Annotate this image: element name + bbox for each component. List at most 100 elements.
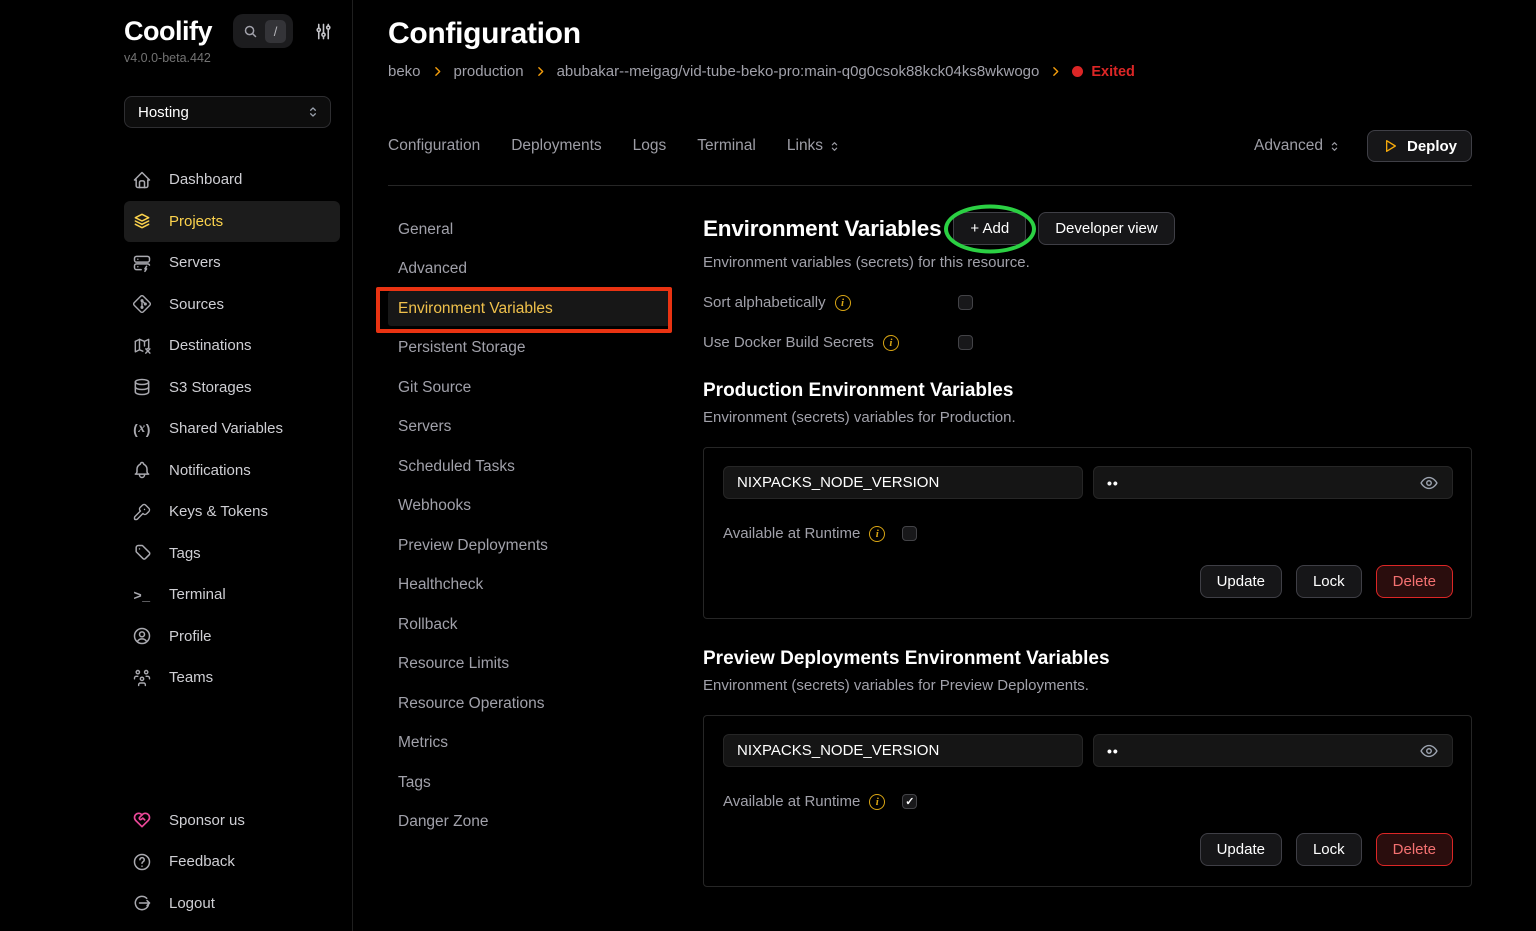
breadcrumb: beko production abubakar--meigag/vid-tub… — [388, 63, 1472, 80]
submenu-item-advanced[interactable]: Advanced — [388, 252, 672, 287]
delete-button[interactable]: Delete — [1376, 565, 1453, 598]
search-button[interactable]: / — [233, 14, 293, 48]
users-icon — [131, 668, 153, 688]
sidebar-item-servers[interactable]: Servers — [124, 242, 340, 284]
sidebar-item-destinations[interactable]: Destinations — [124, 325, 340, 367]
sidebar-item-projects[interactable]: Projects — [124, 201, 340, 243]
production-section-description: Environment (secrets) variables for Prod… — [703, 409, 1472, 426]
tab-configuration[interactable]: Configuration — [388, 137, 480, 155]
server-icon — [131, 253, 153, 273]
update-button[interactable]: Update — [1200, 565, 1282, 598]
chevron-right-icon — [1049, 65, 1062, 78]
sidebar-item-terminal[interactable]: >_ Terminal — [124, 574, 340, 616]
developer-view-button[interactable]: Developer view — [1038, 212, 1175, 245]
heart-icon — [131, 810, 153, 830]
eye-icon[interactable] — [1419, 741, 1439, 761]
sidebar: Coolify / v4.0.0-beta.442 Hosting — [0, 0, 353, 931]
sort-alphabetically-row: Sort alphabetically — [703, 294, 1472, 311]
sidebar-item-logout[interactable]: Logout — [124, 883, 340, 925]
sidebar-item-dashboard[interactable]: Dashboard — [124, 159, 340, 201]
eye-icon[interactable] — [1419, 473, 1439, 493]
variable-icon: (x) — [131, 421, 153, 437]
variable-name-input[interactable] — [723, 466, 1083, 499]
submenu-item-scheduled-tasks[interactable]: Scheduled Tasks — [388, 449, 672, 484]
available-at-runtime-checkbox[interactable] — [902, 526, 917, 541]
info-icon — [883, 335, 899, 351]
submenu-item-webhooks[interactable]: Webhooks — [388, 489, 672, 524]
sidebar-item-keys-tokens[interactable]: Keys & Tokens — [124, 491, 340, 533]
tab-deployments[interactable]: Deployments — [511, 137, 601, 155]
preview-section-title: Preview Deployments Environment Variable… — [703, 648, 1472, 670]
submenu-item-persistent-storage[interactable]: Persistent Storage — [388, 331, 672, 366]
submenu-item-environment-variables[interactable]: Environment Variables — [388, 291, 672, 326]
tab-terminal[interactable]: Terminal — [697, 137, 756, 155]
environment-variables-panel: Environment Variables + Add Developer vi… — [703, 212, 1472, 887]
docker-build-secrets-row: Use Docker Build Secrets — [703, 334, 1472, 351]
sidebar-item-sources[interactable]: Sources — [124, 284, 340, 326]
settings-submenu: General Advanced Environment Variables P… — [388, 212, 672, 887]
tab-logs[interactable]: Logs — [633, 137, 667, 155]
app-version: v4.0.0-beta.442 — [124, 51, 340, 65]
submenu-item-danger-zone[interactable]: Danger Zone — [388, 805, 672, 840]
chevron-right-icon — [534, 65, 547, 78]
panel-title: Environment Variables — [703, 216, 941, 242]
sidebar-item-teams[interactable]: Teams — [124, 657, 340, 699]
deploy-button[interactable]: Deploy — [1367, 130, 1472, 162]
sidebar-item-profile[interactable]: Profile — [124, 616, 340, 658]
key-icon — [131, 502, 153, 522]
user-circle-icon — [131, 626, 153, 646]
search-icon — [243, 24, 258, 39]
sidebar-footer: Sponsor us Feedback Logout — [124, 800, 340, 925]
variable-name-input[interactable] — [723, 734, 1083, 767]
breadcrumb-resource[interactable]: abubakar--meigag/vid-tube-beko-pro:main-… — [557, 63, 1040, 80]
tab-bar: Configuration Deployments Logs Terminal … — [388, 130, 1472, 186]
team-select[interactable]: Hosting — [124, 96, 331, 128]
available-at-runtime-checkbox[interactable] — [902, 794, 917, 809]
available-at-runtime-row: Available at Runtime — [723, 525, 1453, 542]
app-root: Coolify / v4.0.0-beta.442 Hosting — [0, 0, 1536, 931]
submenu-item-servers[interactable]: Servers — [388, 410, 672, 445]
submenu-item-general[interactable]: General — [388, 212, 672, 247]
preview-section-description: Environment (secrets) variables for Prev… — [703, 677, 1472, 694]
submenu-item-rollback[interactable]: Rollback — [388, 607, 672, 642]
sidebar-item-tags[interactable]: Tags — [124, 533, 340, 575]
lock-button[interactable]: Lock — [1296, 565, 1362, 598]
advanced-dropdown[interactable]: Advanced — [1254, 137, 1341, 155]
add-variable-button[interactable]: + Add — [953, 212, 1026, 245]
update-button[interactable]: Update — [1200, 833, 1282, 866]
sidebar-item-feedback[interactable]: Feedback — [124, 841, 340, 883]
submenu-item-healthcheck[interactable]: Healthcheck — [388, 568, 672, 603]
submenu-item-resource-operations[interactable]: Resource Operations — [388, 686, 672, 721]
breadcrumb-project[interactable]: beko — [388, 63, 421, 80]
docker-build-secrets-checkbox[interactable] — [958, 335, 973, 350]
sort-alphabetically-checkbox[interactable] — [958, 295, 973, 310]
info-icon — [835, 295, 851, 311]
page-title: Configuration — [388, 17, 1472, 51]
submenu-item-resource-limits[interactable]: Resource Limits — [388, 647, 672, 682]
breadcrumb-environment[interactable]: production — [454, 63, 524, 80]
delete-button[interactable]: Delete — [1376, 833, 1453, 866]
help-circle-icon — [131, 852, 153, 872]
variable-value-input[interactable]: •• — [1093, 466, 1453, 499]
main-content: Configuration beko production abubakar--… — [353, 0, 1536, 931]
sidebar-menu: Dashboard Projects Servers Sources Desti… — [124, 159, 340, 699]
submenu-item-git-source[interactable]: Git Source — [388, 370, 672, 405]
settings-sliders-icon[interactable] — [314, 22, 333, 41]
info-icon — [869, 794, 885, 810]
info-icon — [869, 526, 885, 542]
sidebar-item-sponsor-us[interactable]: Sponsor us — [124, 800, 340, 842]
sidebar-item-shared-variables[interactable]: (x) Shared Variables — [124, 408, 340, 450]
tab-links-dropdown[interactable]: Links — [787, 137, 841, 155]
sidebar-item-notifications[interactable]: Notifications — [124, 450, 340, 492]
logout-icon — [131, 893, 153, 913]
status-dot-icon — [1072, 66, 1083, 77]
sidebar-item-s3-storages[interactable]: S3 Storages — [124, 367, 340, 409]
lock-button[interactable]: Lock — [1296, 833, 1362, 866]
submenu-item-metrics[interactable]: Metrics — [388, 726, 672, 761]
submenu-item-preview-deployments[interactable]: Preview Deployments — [388, 528, 672, 563]
status-text: Exited — [1091, 64, 1135, 80]
submenu-item-tags[interactable]: Tags — [388, 765, 672, 800]
search-shortcut-key: / — [265, 20, 286, 43]
variable-value-input[interactable]: •• — [1093, 734, 1453, 767]
chevron-updown-icon — [1328, 140, 1341, 153]
